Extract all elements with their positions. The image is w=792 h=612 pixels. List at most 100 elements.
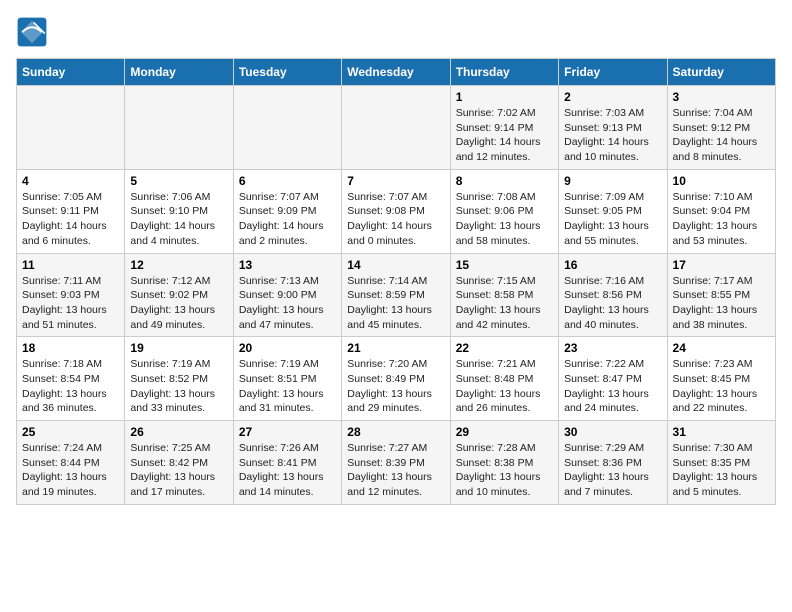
day-number: 9 [564,174,661,188]
calendar-cell [125,86,233,170]
calendar-cell: 8Sunrise: 7:08 AM Sunset: 9:06 PM Daylig… [450,169,558,253]
calendar-cell: 19Sunrise: 7:19 AM Sunset: 8:52 PM Dayli… [125,337,233,421]
calendar-cell: 1 Sunrise: 7:02 AM Sunset: 9:14 PM Daylig… [450,86,558,170]
day-number: 2 [564,90,661,104]
calendar-cell: 7 Sunrise: 7:07 AM Sunset: 9:08 PM Daylig… [342,169,450,253]
day-info: Sunrise: 7:25 AM Sunset: 8:42 PM Dayligh… [130,441,227,500]
day-number: 18 [22,341,119,355]
calendar-cell: 27 Sunrise: 7:26 AM Sunset: 8:41 PM Dayli… [233,421,341,505]
day-info: Sunrise: 7:22 AM Sunset: 8:47 PM Dayligh… [564,357,661,416]
day-number: 12 [130,258,227,272]
calendar-cell [342,86,450,170]
calendar-cell: 6 Sunrise: 7:07 AM Sunset: 9:09 PM Daylig… [233,169,341,253]
day-info: Sunrise: 7:10 AM Sunset: 9:04 PM Dayligh… [673,190,770,249]
day-number: 25 [22,425,119,439]
day-info: Sunrise: 7:07 AM Sunset: 9:09 PM Dayligh… [239,190,336,249]
day-info: Sunrise: 7:28 AM Sunset: 8:38 PM Dayligh… [456,441,553,500]
day-number: 31 [673,425,770,439]
calendar-cell: 24Sunrise: 7:23 AM Sunset: 8:45 PM Dayli… [667,337,775,421]
day-number: 14 [347,258,444,272]
day-info: Sunrise: 7:02 AM Sunset: 9:14 PM Dayligh… [456,106,553,165]
day-info: Sunrise: 7:07 AM Sunset: 9:08 PM Dayligh… [347,190,444,249]
day-info: Sunrise: 7:18 AM Sunset: 8:54 PM Dayligh… [22,357,119,416]
calendar-table: SundayMondayTuesdayWednesdayThursdayFrid… [16,58,776,505]
calendar-week-5: 25Sunrise: 7:24 AM Sunset: 8:44 PM Dayli… [17,421,776,505]
day-info: Sunrise: 7:21 AM Sunset: 8:48 PM Dayligh… [456,357,553,416]
calendar-cell: 12 Sunrise: 7:12 AM Sunset: 9:02 PM Dayli… [125,253,233,337]
calendar-cell: 2 Sunrise: 7:03 AM Sunset: 9:13 PM Daylig… [559,86,667,170]
calendar-cell: 18 Sunrise: 7:18 AM Sunset: 8:54 PM Dayli… [17,337,125,421]
calendar-cell: 30Sunrise: 7:29 AM Sunset: 8:36 PM Dayli… [559,421,667,505]
calendar-cell: 15 Sunrise: 7:15 AM Sunset: 8:58 PM Dayli… [450,253,558,337]
day-number: 13 [239,258,336,272]
day-number: 23 [564,341,661,355]
day-info: Sunrise: 7:08 AM Sunset: 9:06 PM Dayligh… [456,190,553,249]
day-info: Sunrise: 7:04 AM Sunset: 9:12 PM Dayligh… [673,106,770,165]
calendar-cell: 13 Sunrise: 7:13 AM Sunset: 9:00 PM Dayli… [233,253,341,337]
day-info: Sunrise: 7:15 AM Sunset: 8:58 PM Dayligh… [456,274,553,333]
day-number: 7 [347,174,444,188]
header-thursday: Thursday [450,59,558,86]
header-saturday: Saturday [667,59,775,86]
day-info: Sunrise: 7:16 AM Sunset: 8:56 PM Dayligh… [564,274,661,333]
calendar-week-3: 11 Sunrise: 7:11 AM Sunset: 9:03 PM Dayli… [17,253,776,337]
day-number: 10 [673,174,770,188]
calendar-cell: 23 Sunrise: 7:22 AM Sunset: 8:47 PM Dayli… [559,337,667,421]
day-number: 16 [564,258,661,272]
logo [16,16,52,48]
calendar-cell: 29 Sunrise: 7:28 AM Sunset: 8:38 PM Dayli… [450,421,558,505]
header-tuesday: Tuesday [233,59,341,86]
day-info: Sunrise: 7:26 AM Sunset: 8:41 PM Dayligh… [239,441,336,500]
day-number: 19 [130,341,227,355]
day-number: 3 [673,90,770,104]
calendar-cell: 20Sunrise: 7:19 AM Sunset: 8:51 PM Dayli… [233,337,341,421]
day-number: 21 [347,341,444,355]
calendar-week-1: 1 Sunrise: 7:02 AM Sunset: 9:14 PM Daylig… [17,86,776,170]
calendar-cell: 3 Sunrise: 7:04 AM Sunset: 9:12 PM Daylig… [667,86,775,170]
calendar-cell: 14 Sunrise: 7:14 AM Sunset: 8:59 PM Dayli… [342,253,450,337]
day-info: Sunrise: 7:20 AM Sunset: 8:49 PM Dayligh… [347,357,444,416]
day-number: 1 [456,90,553,104]
day-number: 28 [347,425,444,439]
day-number: 5 [130,174,227,188]
calendar-week-2: 4Sunrise: 7:05 AM Sunset: 9:11 PM Daylig… [17,169,776,253]
logo-icon [16,16,48,48]
calendar-cell [17,86,125,170]
day-number: 4 [22,174,119,188]
day-info: Sunrise: 7:03 AM Sunset: 9:13 PM Dayligh… [564,106,661,165]
day-number: 11 [22,258,119,272]
day-number: 29 [456,425,553,439]
calendar-cell: 25Sunrise: 7:24 AM Sunset: 8:44 PM Dayli… [17,421,125,505]
calendar-cell: 17 Sunrise: 7:17 AM Sunset: 8:55 PM Dayli… [667,253,775,337]
calendar-cell [233,86,341,170]
header-sunday: Sunday [17,59,125,86]
page-header [16,16,776,48]
day-info: Sunrise: 7:12 AM Sunset: 9:02 PM Dayligh… [130,274,227,333]
day-info: Sunrise: 7:17 AM Sunset: 8:55 PM Dayligh… [673,274,770,333]
day-info: Sunrise: 7:06 AM Sunset: 9:10 PM Dayligh… [130,190,227,249]
day-info: Sunrise: 7:27 AM Sunset: 8:39 PM Dayligh… [347,441,444,500]
day-number: 15 [456,258,553,272]
calendar-cell: 22Sunrise: 7:21 AM Sunset: 8:48 PM Dayli… [450,337,558,421]
calendar-cell: 21 Sunrise: 7:20 AM Sunset: 8:49 PM Dayli… [342,337,450,421]
day-info: Sunrise: 7:19 AM Sunset: 8:51 PM Dayligh… [239,357,336,416]
day-info: Sunrise: 7:30 AM Sunset: 8:35 PM Dayligh… [673,441,770,500]
header-wednesday: Wednesday [342,59,450,86]
calendar-cell: 16 Sunrise: 7:16 AM Sunset: 8:56 PM Dayli… [559,253,667,337]
day-info: Sunrise: 7:14 AM Sunset: 8:59 PM Dayligh… [347,274,444,333]
calendar-cell: 28 Sunrise: 7:27 AM Sunset: 8:39 PM Dayli… [342,421,450,505]
header-monday: Monday [125,59,233,86]
day-info: Sunrise: 7:11 AM Sunset: 9:03 PM Dayligh… [22,274,119,333]
day-number: 27 [239,425,336,439]
day-info: Sunrise: 7:13 AM Sunset: 9:00 PM Dayligh… [239,274,336,333]
day-number: 26 [130,425,227,439]
calendar-cell: 9 Sunrise: 7:09 AM Sunset: 9:05 PM Daylig… [559,169,667,253]
calendar-cell: 10 Sunrise: 7:10 AM Sunset: 9:04 PM Dayli… [667,169,775,253]
day-number: 6 [239,174,336,188]
header-friday: Friday [559,59,667,86]
day-number: 17 [673,258,770,272]
day-info: Sunrise: 7:09 AM Sunset: 9:05 PM Dayligh… [564,190,661,249]
calendar-week-4: 18 Sunrise: 7:18 AM Sunset: 8:54 PM Dayli… [17,337,776,421]
day-info: Sunrise: 7:29 AM Sunset: 8:36 PM Dayligh… [564,441,661,500]
day-number: 24 [673,341,770,355]
